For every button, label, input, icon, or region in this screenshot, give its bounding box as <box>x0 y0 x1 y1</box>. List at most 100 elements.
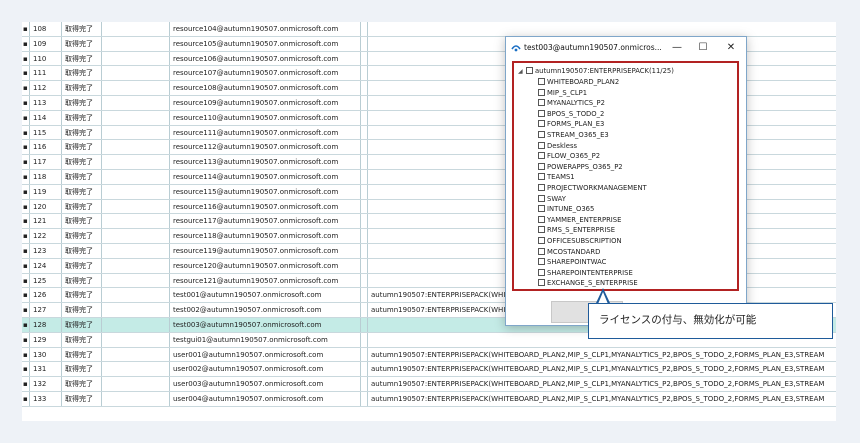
email-cell[interactable]: resource114@autumn190507.onmicrosoft.com <box>170 170 361 184</box>
checkbox[interactable] <box>538 215 545 223</box>
checkbox[interactable] <box>538 205 545 213</box>
status-cell[interactable]: 取得完了 <box>62 199 102 214</box>
row-marker[interactable]: ▪ <box>22 288 30 303</box>
empty-cell[interactable] <box>102 170 170 184</box>
empty-cell[interactable] <box>361 214 368 229</box>
checkbox[interactable] <box>538 131 545 138</box>
empty-cell[interactable] <box>361 96 368 110</box>
row-id-cell[interactable]: 129 <box>30 332 62 347</box>
row-id-cell[interactable]: 120 <box>30 199 62 214</box>
row-id-cell[interactable]: 113 <box>30 96 62 110</box>
collapse-arrow-icon[interactable]: ◢ <box>518 68 526 75</box>
status-cell[interactable]: 取得完了 <box>62 96 102 110</box>
email-cell[interactable]: test003@autumn190507.onmicrosoft.com <box>170 318 361 332</box>
checkbox[interactable] <box>538 162 545 170</box>
checkbox[interactable] <box>538 258 545 266</box>
close-button[interactable]: ✕ <box>720 39 742 57</box>
row-marker[interactable]: ▪ <box>22 244 30 258</box>
empty-cell[interactable] <box>361 170 368 184</box>
empty-cell[interactable] <box>361 22 368 36</box>
empty-cell[interactable] <box>361 140 368 155</box>
status-cell[interactable]: 取得完了 <box>62 155 102 169</box>
row-marker[interactable]: ▪ <box>22 170 30 184</box>
row-id-cell[interactable]: 112 <box>30 81 62 95</box>
checkbox[interactable] <box>538 279 545 287</box>
status-cell[interactable]: 取得完了 <box>62 214 102 229</box>
row-marker[interactable]: ▪ <box>22 229 30 243</box>
status-cell[interactable]: 取得完了 <box>62 362 102 377</box>
empty-cell[interactable] <box>361 273 368 288</box>
empty-cell[interactable] <box>102 155 170 169</box>
empty-cell[interactable] <box>102 273 170 288</box>
status-cell[interactable]: 取得完了 <box>62 377 102 391</box>
row-marker[interactable]: ▪ <box>22 214 30 229</box>
row-id-cell[interactable]: 116 <box>30 140 62 155</box>
row-id-cell[interactable]: 132 <box>30 377 62 391</box>
status-cell[interactable]: 取得完了 <box>62 288 102 303</box>
email-cell[interactable]: user004@autumn190507.onmicrosoft.com <box>170 392 361 406</box>
row-marker[interactable]: ▪ <box>22 273 30 288</box>
tree-item[interactable]: WHITEBOARD_PLAN2 <box>538 77 619 88</box>
status-cell[interactable]: 取得完了 <box>62 184 102 199</box>
row-id-cell[interactable]: 118 <box>30 170 62 184</box>
status-cell[interactable]: 取得完了 <box>62 140 102 155</box>
email-cell[interactable]: resource105@autumn190507.onmicrosoft.com <box>170 36 361 51</box>
empty-cell[interactable] <box>102 140 170 155</box>
license-cell[interactable]: autumn190507:ENTERPRISEPACK(WHITEBOARD_P… <box>368 377 836 391</box>
status-cell[interactable]: 取得完了 <box>62 22 102 36</box>
tree-item[interactable]: MCOSTANDARD <box>538 247 600 258</box>
status-cell[interactable]: 取得完了 <box>62 347 102 362</box>
row-id-cell[interactable]: 117 <box>30 155 62 169</box>
status-cell[interactable]: 取得完了 <box>62 303 102 317</box>
row-marker[interactable]: ▪ <box>22 332 30 347</box>
empty-cell[interactable] <box>102 36 170 51</box>
row-id-cell[interactable]: 128 <box>30 318 62 332</box>
row-id-cell[interactable]: 130 <box>30 347 62 362</box>
empty-cell[interactable] <box>102 332 170 347</box>
row-marker[interactable]: ▪ <box>22 96 30 110</box>
checkbox[interactable] <box>538 173 545 181</box>
row-marker[interactable]: ▪ <box>22 22 30 36</box>
empty-cell[interactable] <box>102 362 170 377</box>
email-cell[interactable]: testgui01@autumn190507.onmicrosoft.com <box>170 332 361 347</box>
empty-cell[interactable] <box>361 392 368 406</box>
row-marker[interactable]: ▪ <box>22 51 30 66</box>
table-row[interactable]: ▪ 108 取得完了 resource104@autumn190507.onmicro… <box>22 22 836 37</box>
empty-cell[interactable] <box>361 318 368 332</box>
row-id-cell[interactable]: 125 <box>30 273 62 288</box>
status-cell[interactable]: 取得完了 <box>62 125 102 140</box>
tree-item[interactable]: PROJECTWORKMANAGEMENT <box>538 183 647 194</box>
tree-item[interactable]: OFFICESUBSCRIPTION <box>538 236 622 247</box>
table-row[interactable]: ▪ 133 取得完了 user004@autumn190507.onmicrosoft… <box>22 392 836 407</box>
tree-root-node[interactable]: ◢ autumn190507:ENTERPRISEPACK(11/25) <box>518 67 674 75</box>
checkbox[interactable] <box>526 67 533 74</box>
status-cell[interactable]: 取得完了 <box>62 258 102 273</box>
empty-cell[interactable] <box>102 244 170 258</box>
row-id-cell[interactable]: 119 <box>30 184 62 199</box>
empty-cell[interactable] <box>102 184 170 199</box>
empty-cell[interactable] <box>102 318 170 332</box>
tree-item[interactable]: FLOW_O365_P2 <box>538 151 600 162</box>
tree-item[interactable]: SHAREPOINTWAC <box>538 257 606 268</box>
row-id-cell[interactable]: 122 <box>30 229 62 243</box>
tree-item[interactable]: MYANALYTICS_P2 <box>538 98 605 109</box>
table-row[interactable]: ▪ 131 取得完了 user002@autumn190507.onmicrosoft… <box>22 362 836 378</box>
row-id-cell[interactable]: 126 <box>30 288 62 303</box>
row-marker[interactable]: ▪ <box>22 140 30 155</box>
license-cell[interactable]: autumn190507:ENTERPRISEPACK(WHITEBOARD_P… <box>368 392 836 406</box>
tree-item[interactable]: POWERAPPS_O365_P2 <box>538 162 623 173</box>
tree-item[interactable]: SWAY <box>538 194 566 205</box>
row-id-cell[interactable]: 133 <box>30 392 62 406</box>
row-marker[interactable]: ▪ <box>22 184 30 199</box>
tree-item[interactable]: INTUNE_O365 <box>538 204 594 215</box>
maximize-button[interactable]: ☐ <box>692 39 714 57</box>
email-cell[interactable]: resource112@autumn190507.onmicrosoft.com <box>170 140 361 155</box>
email-cell[interactable]: resource104@autumn190507.onmicrosoft.com <box>170 22 361 36</box>
license-cell[interactable]: autumn190507:ENTERPRISEPACK(WHITEBOARD_P… <box>368 362 836 376</box>
license-cell[interactable] <box>368 22 836 36</box>
checkbox[interactable] <box>538 109 545 117</box>
row-id-cell[interactable]: 127 <box>30 303 62 317</box>
email-cell[interactable]: user003@autumn190507.onmicrosoft.com <box>170 377 361 391</box>
row-id-cell[interactable]: 131 <box>30 362 62 377</box>
empty-cell[interactable] <box>361 155 368 169</box>
